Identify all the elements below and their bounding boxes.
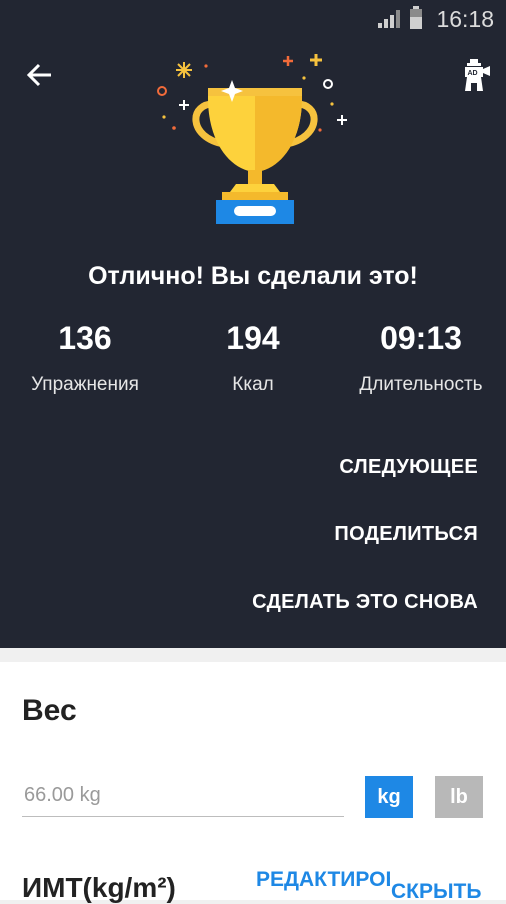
unit-lb-button[interactable]: lb <box>435 776 483 818</box>
weight-title: Вес <box>22 694 77 727</box>
stat-kcal-label: Ккал <box>232 374 274 395</box>
bmi-hide-button[interactable]: СКРЫТЬ <box>391 880 481 904</box>
stat-exercises-label: Упражнения <box>31 374 139 395</box>
stat-exercises: 136 Упражнения <box>10 320 160 396</box>
stat-kcal-value: 194 <box>226 320 280 356</box>
repeat-button[interactable]: СДЕЛАТЬ ЭТО СНОВА <box>252 591 478 614</box>
unit-kg-button[interactable]: kg <box>365 776 413 818</box>
back-arrow-icon[interactable] <box>22 58 56 92</box>
next-button[interactable]: СЛЕДУЮЩЕЕ <box>339 456 478 479</box>
weight-card: Вес kg lb ИМТ(kg/m²) РЕДАКТИРОВАТЬ СКРЫТ… <box>0 662 506 903</box>
stat-duration-label: Длительность <box>359 374 483 395</box>
stat-duration-value: 09:13 <box>380 320 462 356</box>
bmi-title: ИМТ(kg/m²) <box>22 872 176 903</box>
weight-input[interactable] <box>22 774 344 817</box>
ad-lighthouse-icon[interactable]: AD <box>459 57 491 93</box>
battery-icon <box>410 6 422 29</box>
share-button[interactable]: ПОДЕЛИТЬСЯ <box>334 523 478 546</box>
status-bar: 16:18 <box>0 0 506 38</box>
bmi-edit-button[interactable]: РЕДАКТИРОВАТЬ <box>256 868 390 892</box>
completion-headline: Отлично! Вы сделали это! <box>88 262 418 290</box>
stat-duration: 09:13 Длительность <box>346 320 496 396</box>
stat-exercises-value: 136 <box>58 320 112 356</box>
trophy-icon <box>157 54 347 224</box>
status-time: 16:18 <box>436 6 494 32</box>
signal-icon <box>378 10 400 28</box>
stat-kcal: 194 Ккал <box>178 320 328 396</box>
svg-text:AD: AD <box>468 70 478 77</box>
result-panel: 16:18 AD Отлично! Вы сделали это! 136 Уп… <box>0 0 506 648</box>
